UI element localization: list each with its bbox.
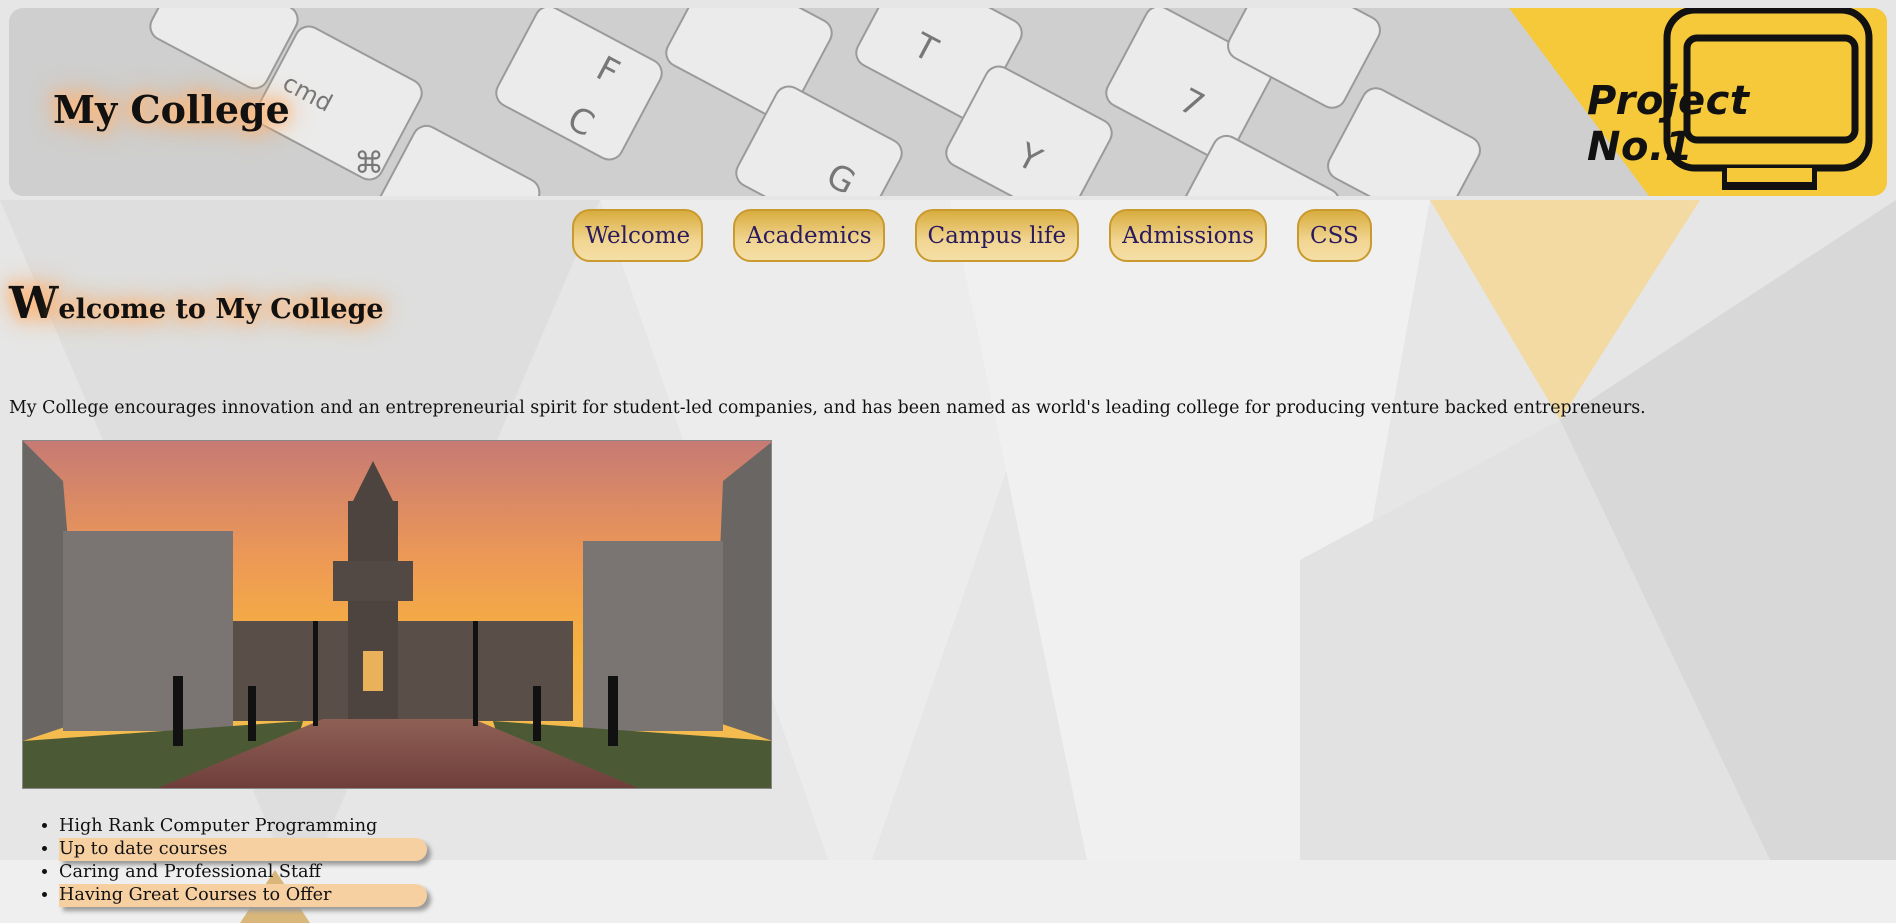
- site-title: My College: [53, 87, 290, 132]
- project-logo: Project No.1: [1587, 8, 1887, 196]
- intro-paragraph: My College encourages innovation and an …: [9, 398, 1646, 418]
- page-title-initial: W: [9, 278, 59, 329]
- logo-text: Project No.1: [1587, 78, 1750, 170]
- nav-academics-button[interactable]: Academics: [733, 209, 885, 262]
- list-item: Having Great Courses to Offer: [59, 884, 427, 907]
- list-item: High Rank Computer Programming: [59, 815, 427, 838]
- main-nav: Welcome Academics Campus life Admissions…: [0, 209, 1896, 262]
- header-banner: F T C G Y 7 cmd ⌘ My College Project No.…: [9, 8, 1887, 196]
- nav-welcome-button[interactable]: Welcome: [572, 209, 704, 262]
- nav-admissions-button[interactable]: Admissions: [1109, 209, 1268, 262]
- nav-css-button[interactable]: CSS: [1297, 209, 1372, 262]
- features-list: High Rank Computer Programming Up to dat…: [59, 815, 427, 907]
- campus-sunset-image: [23, 441, 771, 788]
- campus-photo: [22, 440, 772, 789]
- list-item: Caring and Professional Staff: [59, 861, 427, 884]
- page-title-rest: elcome to My College: [58, 294, 384, 325]
- nav-campus-life-button[interactable]: Campus life: [914, 209, 1080, 262]
- svg-text:⌘: ⌘: [354, 146, 384, 181]
- list-item: Up to date courses: [59, 838, 427, 861]
- page-title: Welcome to My College: [9, 278, 384, 329]
